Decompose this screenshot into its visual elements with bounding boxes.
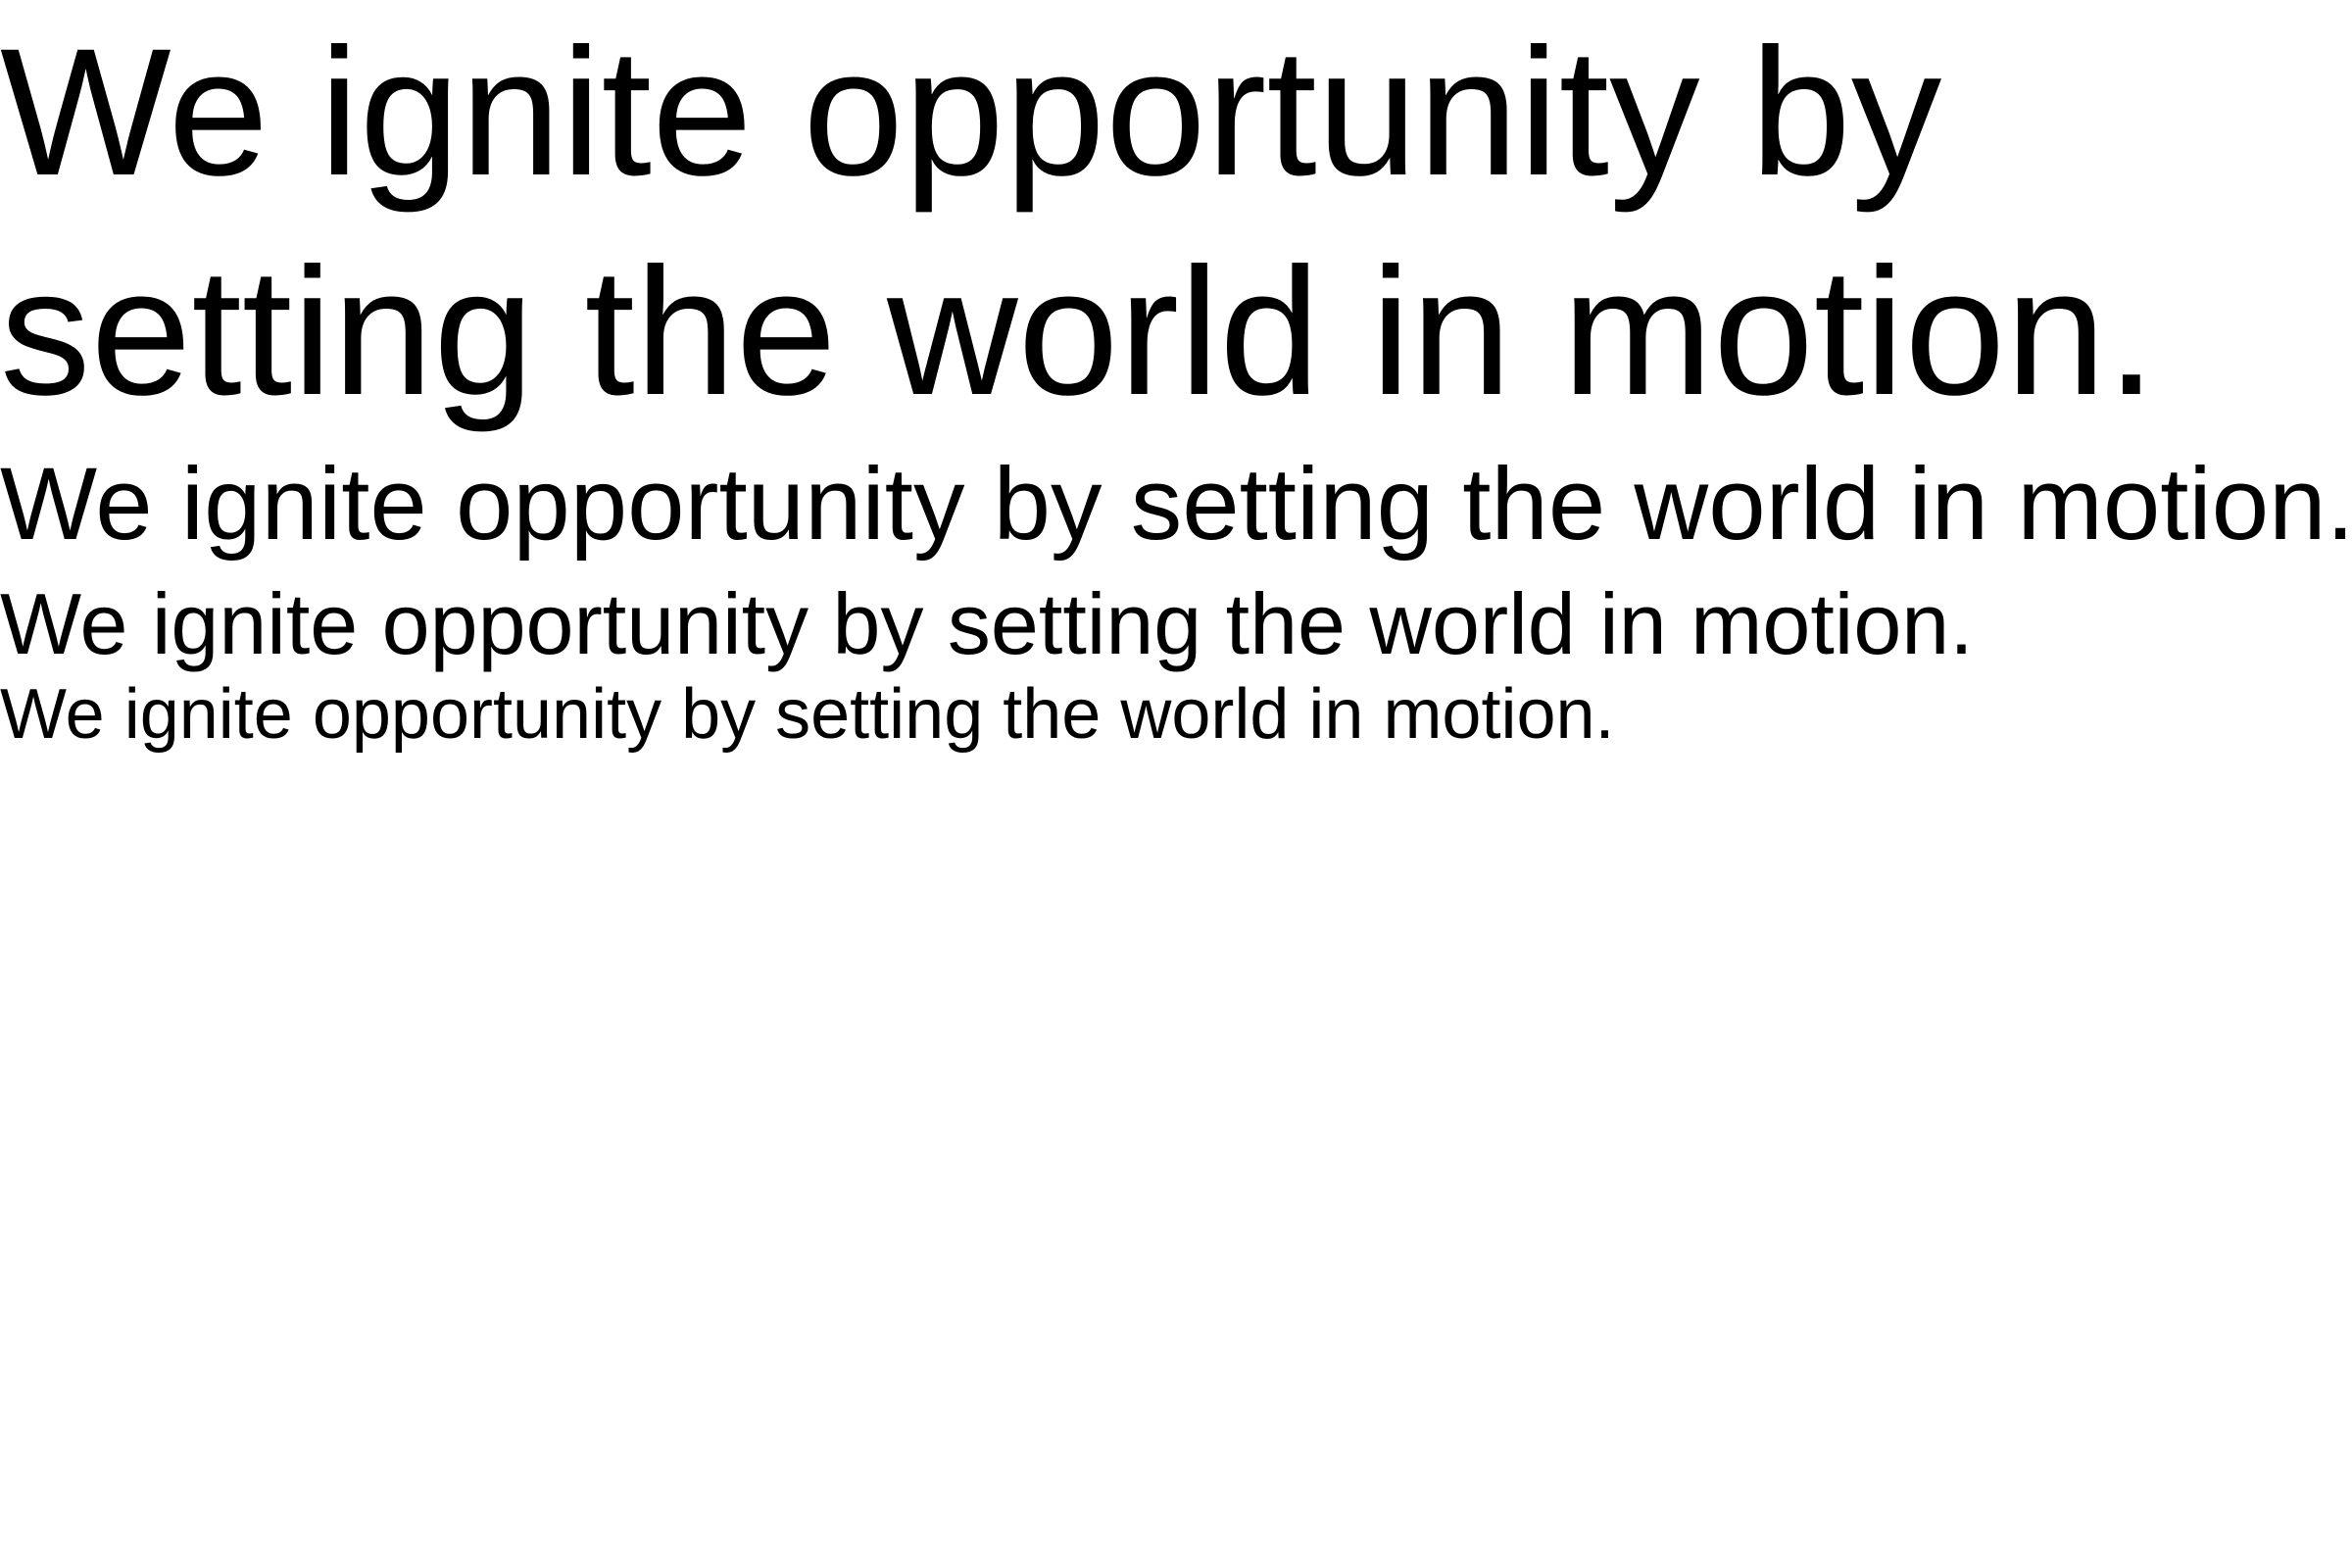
subheading-line: We ignite opportunity by setting the wor…	[0, 575, 1974, 672]
heading-line: We ignite opportunity by setting the wor…	[0, 447, 2352, 562]
display-line-2: setting the world in motion.	[0, 231, 2157, 433]
display-line-1: We ignite opportunity by	[0, 12, 1942, 214]
body-line: We ignite opportunity by setting the wor…	[0, 675, 1615, 754]
display-text: We ignite opportunity by setting the wor…	[0, 3, 2157, 442]
